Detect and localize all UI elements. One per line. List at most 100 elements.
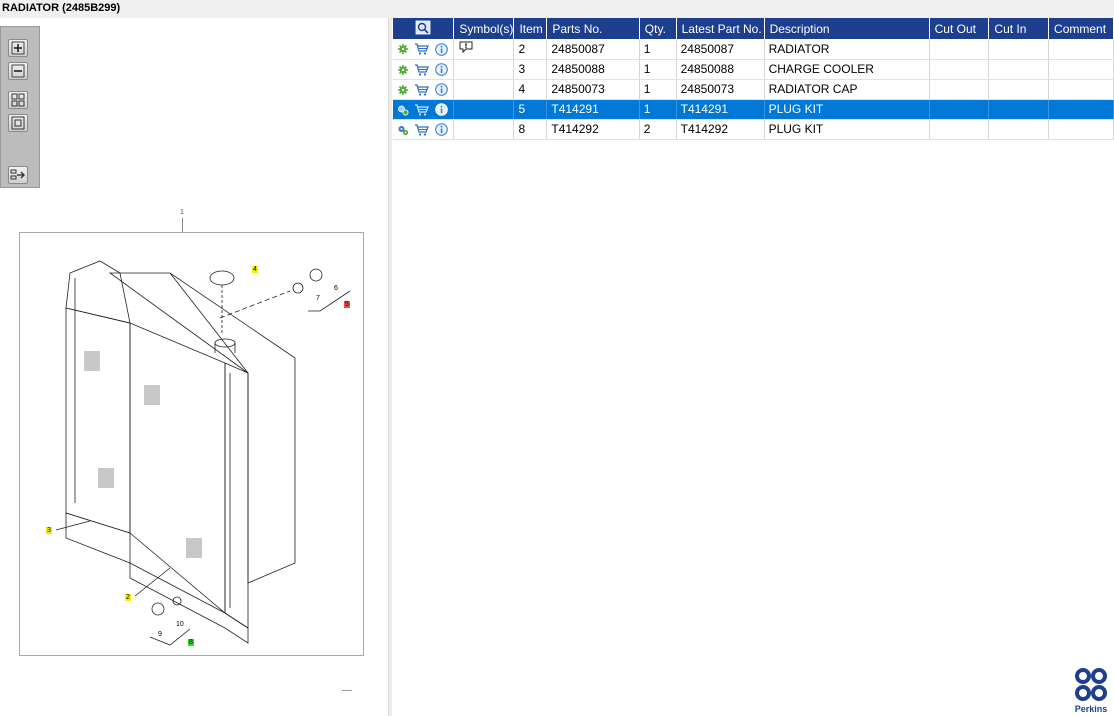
column-header-description[interactable]: Description [764, 18, 930, 39]
shopping-cart-icon[interactable] [414, 43, 430, 56]
row-part-no-cell: 24850073 [546, 79, 640, 100]
info-icon[interactable] [434, 83, 448, 96]
table-row[interactable]: 2 24850087 1 24850087 RADIATOR [393, 39, 1114, 60]
grid-squares-icon [11, 93, 25, 107]
row-item-cell: 8 [513, 119, 548, 140]
shopping-cart-icon[interactable] [414, 124, 430, 136]
perkins-logo: Perkins [1070, 666, 1112, 714]
gear-icon[interactable] [397, 84, 409, 96]
callout-3[interactable]: 3 [46, 527, 52, 534]
row-part-no-cell: T414292 [546, 119, 640, 140]
callout-9[interactable]: 9 [158, 631, 162, 638]
table-row-selected[interactable]: 5 T414291 1 T414291 PLUG KIT [393, 99, 1114, 120]
fit-to-window-button[interactable] [8, 91, 28, 109]
gear-icon[interactable] [397, 43, 409, 55]
row-qty-cell: 1 [639, 39, 677, 60]
row-actions-cell [393, 59, 455, 80]
callout-8[interactable]: 8 [188, 639, 194, 646]
callout-10[interactable]: 10 [176, 621, 184, 628]
table-row[interactable]: 8 T414292 2 T414292 PLUG KIT [393, 119, 1114, 140]
column-header-comment[interactable]: Comment [1048, 18, 1114, 39]
column-header-cut-out[interactable]: Cut Out [929, 18, 990, 39]
drawing-pane: 1 4 5 6 7 3 2 10 9 8 [0, 18, 388, 716]
row-cut-in-cell [988, 119, 1050, 140]
column-header-parts-no[interactable]: Parts No. [546, 18, 640, 39]
row-qty-cell: 1 [639, 99, 677, 120]
row-comment-cell [1048, 79, 1114, 100]
row-latest-part-no-cell: 24850087 [676, 39, 765, 60]
row-comment-cell [1048, 119, 1114, 140]
row-cut-out-cell [929, 39, 990, 60]
row-cut-out-cell [929, 79, 990, 100]
row-cut-in-cell [988, 59, 1050, 80]
window-title: RADIATOR (2485B299) [0, 0, 1114, 18]
row-description-cell: PLUG KIT [764, 99, 930, 120]
table-row[interactable]: 4 24850073 1 24850073 RADIATOR CAP [393, 79, 1114, 100]
table-row[interactable]: 3 24850088 1 24850088 CHARGE COOLER [393, 59, 1114, 80]
reference-leader-line [182, 218, 183, 232]
callout-2[interactable]: 2 [125, 594, 131, 601]
row-description-cell: PLUG KIT [764, 119, 930, 140]
column-header-symbols[interactable]: Symbol(s) [453, 18, 515, 39]
row-qty-cell: 1 [639, 59, 677, 80]
column-header-cut-in[interactable]: Cut In [988, 18, 1050, 39]
column-header-item[interactable]: Item [513, 18, 548, 39]
row-part-no-cell: T414291 [546, 99, 640, 120]
shopping-cart-icon[interactable] [414, 104, 430, 116]
shopping-cart-icon[interactable] [414, 84, 430, 96]
parts-list-pane: Symbol(s) Item Parts No. Qty. Latest Par… [393, 18, 1114, 716]
callout-7[interactable]: 7 [316, 295, 320, 302]
row-item-cell: 4 [513, 79, 548, 100]
zoom-out-button[interactable] [8, 62, 28, 80]
gear-pair-icon[interactable] [397, 104, 409, 116]
perkins-wordmark: Perkins [1074, 704, 1108, 714]
row-qty-cell: 1 [639, 79, 677, 100]
row-comment-cell [1048, 39, 1114, 60]
row-cut-in-cell [988, 79, 1050, 100]
info-icon[interactable] [434, 123, 448, 136]
zoom-in-icon [11, 41, 25, 55]
row-symbol-cell [453, 39, 515, 60]
shopping-cart-icon[interactable] [414, 64, 430, 76]
scale-mark [342, 690, 352, 691]
row-item-cell: 2 [513, 39, 548, 60]
row-latest-part-no-cell: T414292 [676, 119, 765, 140]
radiator-illustration [55, 260, 351, 646]
zoom-out-icon [11, 64, 25, 78]
row-cut-out-cell [929, 99, 990, 120]
exploded-view-drawing[interactable]: 4 5 6 7 3 2 10 9 8 [19, 232, 364, 656]
row-part-no-cell: 24850087 [546, 39, 640, 60]
row-latest-part-no-cell: 24850073 [676, 79, 765, 100]
row-actions-cell [393, 39, 455, 60]
export-arrow-icon [10, 169, 25, 180]
row-actions-cell [393, 79, 455, 100]
info-icon[interactable] [434, 43, 448, 56]
row-cut-out-cell [929, 119, 990, 140]
info-icon[interactable] [434, 63, 448, 76]
zoom-in-button[interactable] [8, 39, 28, 57]
row-item-cell: 5 [513, 99, 548, 120]
row-item-cell: 3 [513, 59, 548, 80]
perkins-emblem-icon [1075, 668, 1107, 701]
row-comment-cell [1048, 59, 1114, 80]
callout-5[interactable]: 5 [344, 301, 350, 308]
callout-6[interactable]: 6 [334, 285, 338, 292]
column-header-latest-part-no[interactable]: Latest Part No. [676, 18, 765, 39]
row-description-cell: RADIATOR CAP [764, 79, 930, 100]
pane-splitter[interactable] [388, 18, 392, 716]
export-button[interactable] [8, 166, 28, 184]
callout-4[interactable]: 4 [252, 266, 258, 273]
gear-icon[interactable] [397, 64, 409, 76]
info-icon[interactable] [434, 103, 448, 116]
parts-table: Symbol(s) Item Parts No. Qty. Latest Par… [393, 18, 1114, 140]
column-header-qty[interactable]: Qty. [639, 18, 677, 39]
row-cut-in-cell [988, 99, 1050, 120]
row-symbol-cell [453, 79, 515, 100]
column-header-actions[interactable] [393, 18, 455, 39]
row-cut-out-cell [929, 59, 990, 80]
row-latest-part-no-cell: 24850088 [676, 59, 765, 80]
actual-size-button[interactable] [8, 114, 28, 132]
gear-pair-icon[interactable] [397, 124, 409, 136]
viewer-toolbox [0, 26, 40, 188]
row-cut-in-cell [988, 39, 1050, 60]
